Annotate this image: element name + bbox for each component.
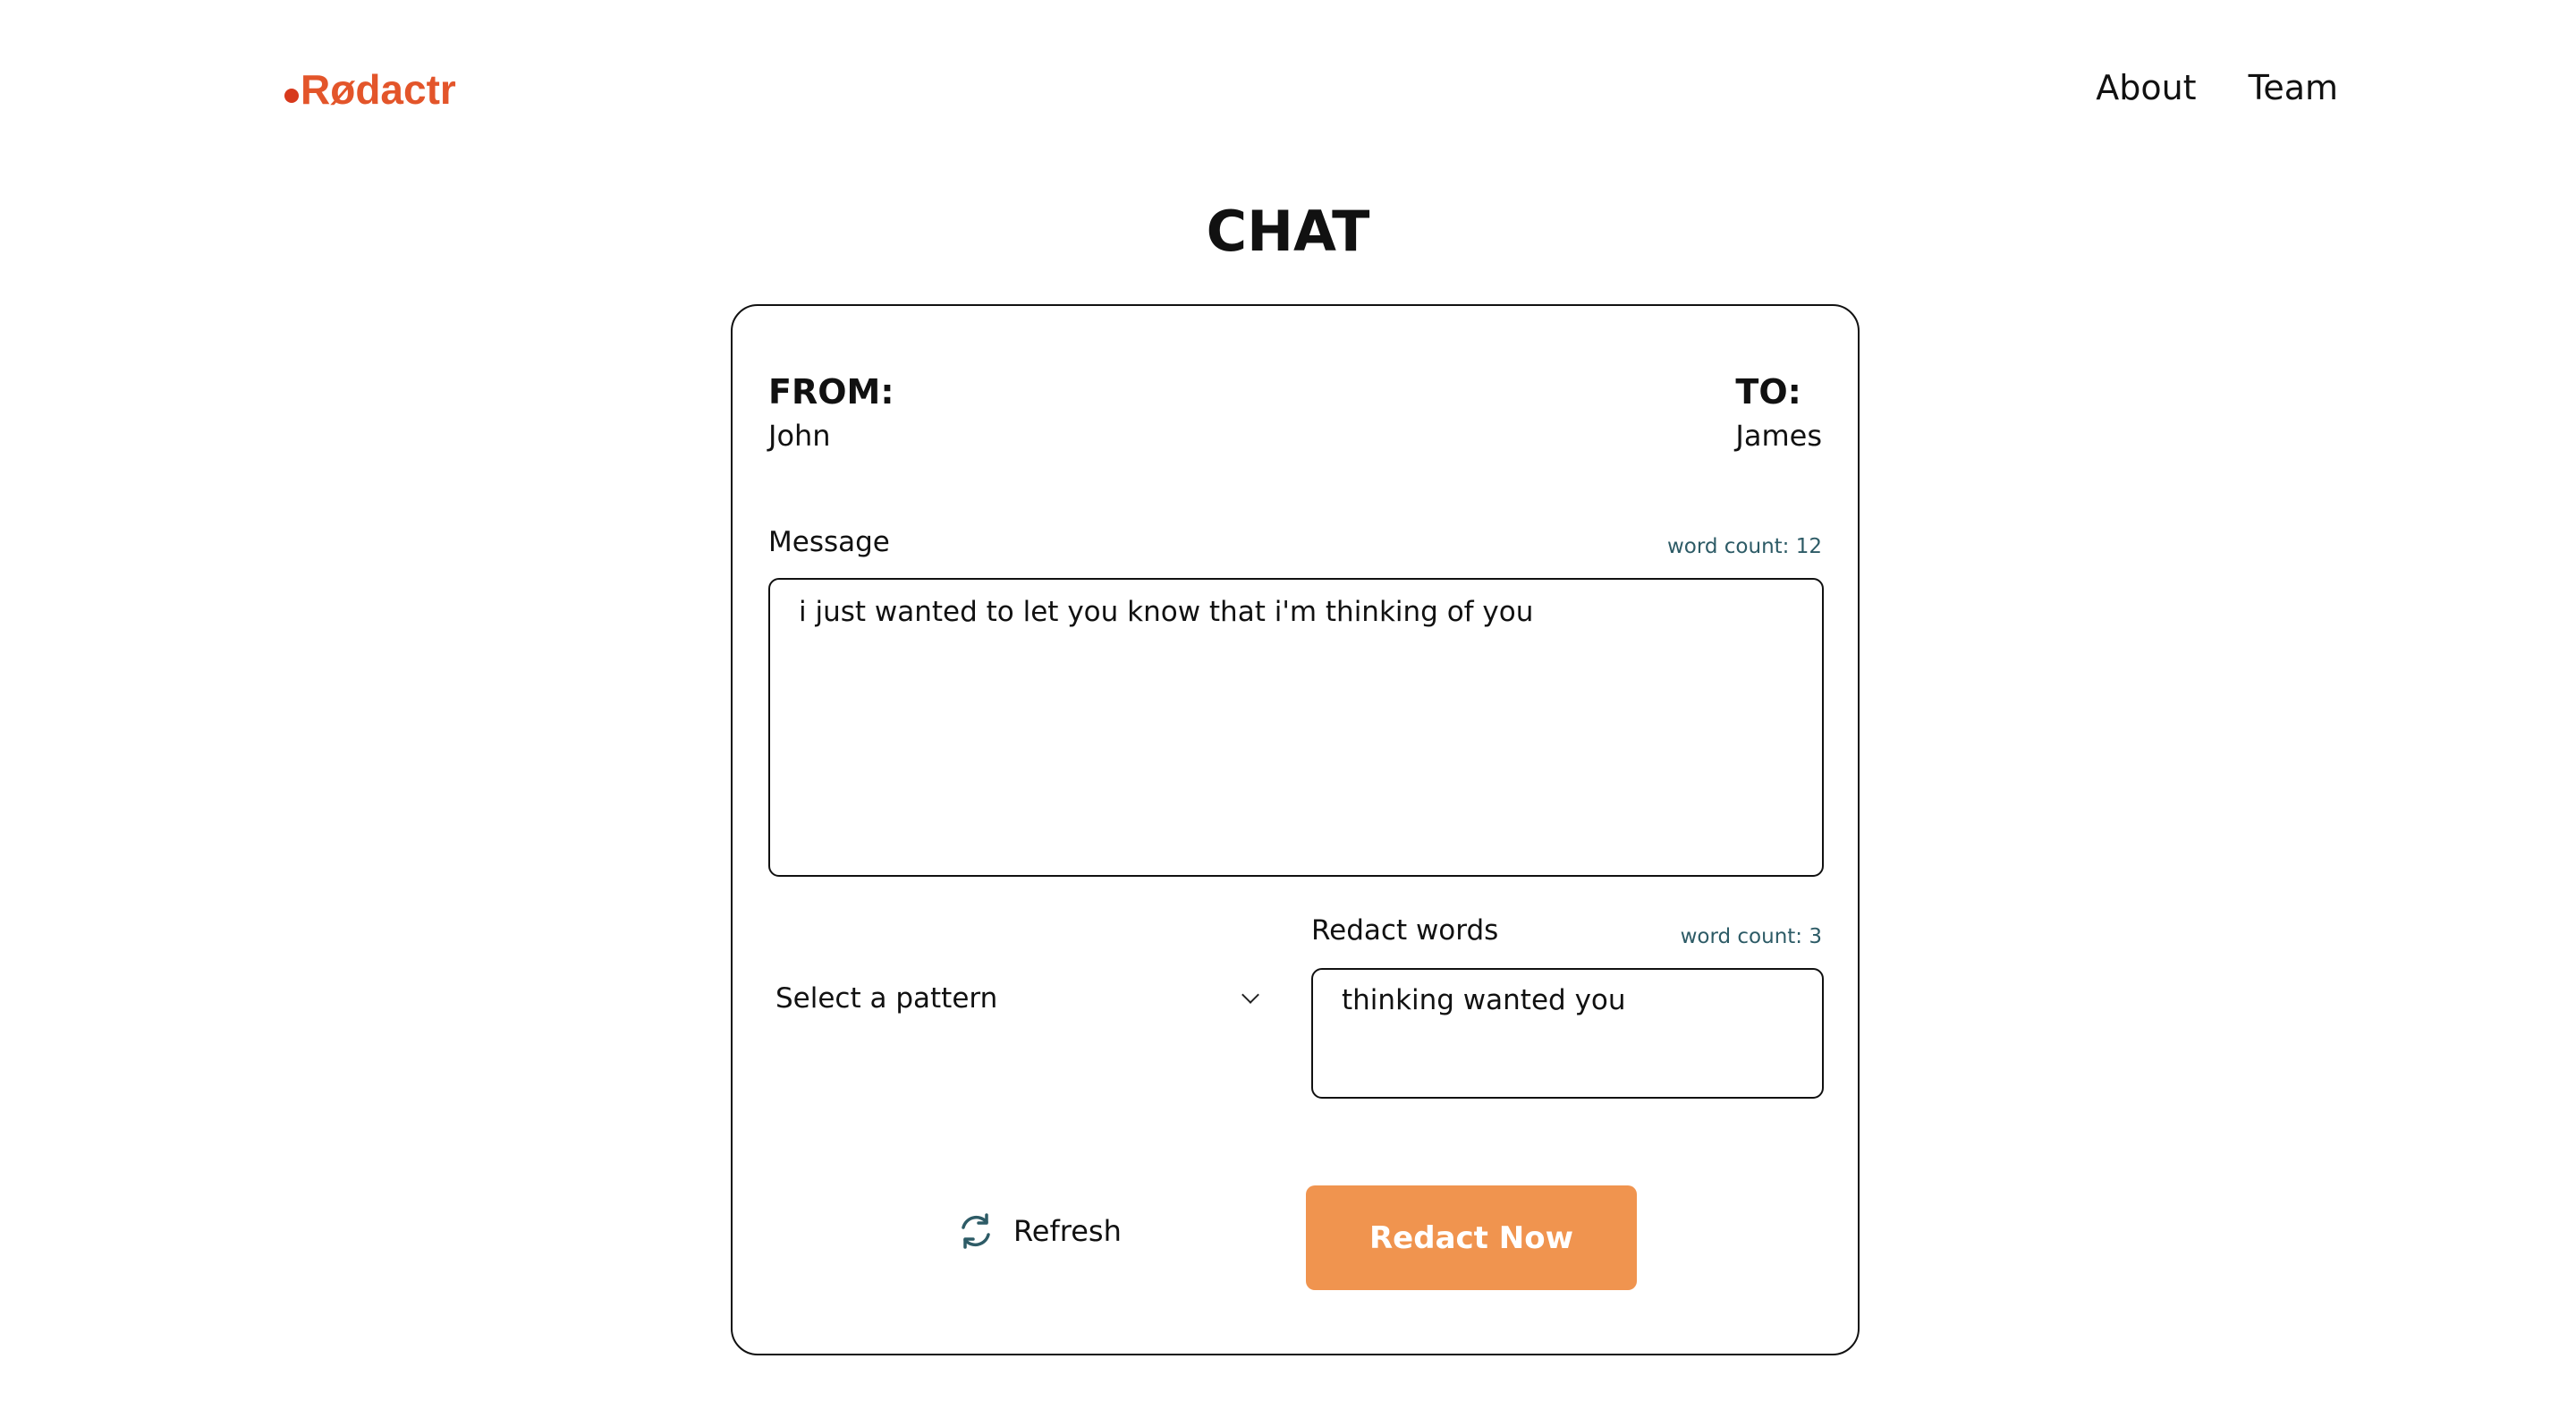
to-section: TO: James: [1735, 372, 1822, 453]
pattern-select-value: Select a pattern: [775, 982, 998, 1015]
nav-team-link[interactable]: Team: [2249, 68, 2338, 107]
logo-text: Rødactr: [301, 66, 456, 113]
redact-now-button[interactable]: Redact Now: [1306, 1185, 1637, 1290]
redact-words-label: Redact words: [1311, 914, 1499, 947]
chevron-down-icon: [1241, 986, 1259, 1004]
from-section: FROM: John: [768, 372, 894, 453]
message-label: Message: [768, 526, 890, 558]
message-textarea[interactable]: i just wanted to let you know that i'm t…: [768, 578, 1824, 877]
nav-about-link[interactable]: About: [2096, 68, 2196, 107]
to-label: TO:: [1735, 372, 1801, 412]
from-label: FROM:: [768, 372, 894, 412]
top-nav: About Team: [2096, 68, 2338, 107]
to-name: James: [1735, 419, 1822, 453]
page: Rødactr About Team CHAT FROM: John TO: J…: [0, 0, 2576, 1410]
redact-word-count: word count: 3: [1680, 925, 1822, 948]
message-word-count: word count: 12: [1666, 535, 1822, 558]
refresh-label: Refresh: [1013, 1214, 1122, 1248]
refresh-button[interactable]: Refresh: [956, 1211, 1122, 1251]
redact-words-input[interactable]: thinking wanted you: [1311, 968, 1824, 1099]
refresh-icon: [962, 1213, 990, 1249]
pattern-select[interactable]: Select a pattern: [768, 970, 1269, 1027]
logo[interactable]: Rødactr: [284, 63, 456, 116]
from-name: John: [768, 419, 831, 453]
page-title: CHAT: [1206, 199, 1370, 264]
chat-card: FROM: John TO: James Message word count:…: [731, 304, 1860, 1355]
logo-dot: [284, 89, 299, 103]
